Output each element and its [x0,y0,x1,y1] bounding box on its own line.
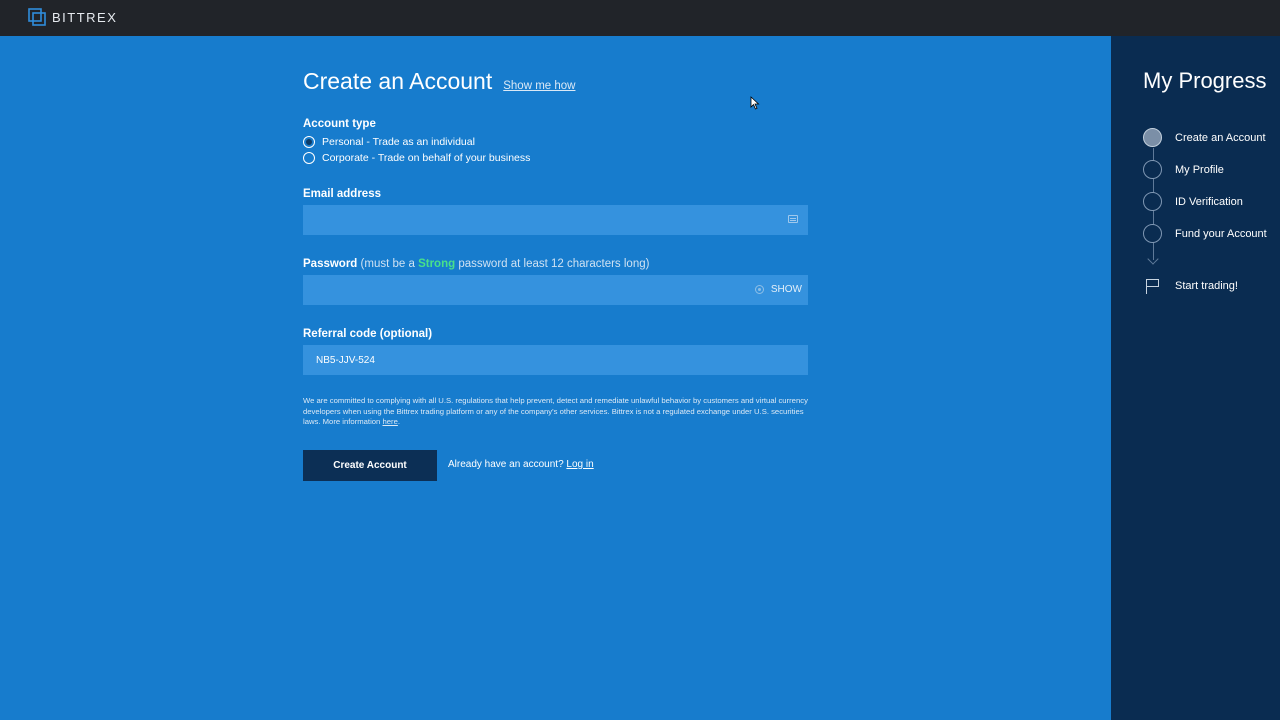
email-label: Email address [303,188,381,200]
mouse-cursor-icon [750,96,760,110]
step-circle-icon [1143,160,1162,179]
step-label: My Profile [1175,163,1224,176]
referral-field-wrapper [303,345,808,375]
step-id-verification: ID Verification [1143,192,1243,211]
step-circle-icon [1143,128,1162,147]
password-note-prefix: (must be a [360,258,415,270]
step-circle-icon [1143,192,1162,211]
step-my-profile: My Profile [1143,160,1224,179]
password-strong-word: Strong [418,258,456,270]
show-me-how-link[interactable]: Show me how [503,80,575,92]
login-prompt-row: Already have an account? Log in [448,459,594,470]
create-account-button[interactable]: Create Account [303,450,437,481]
step-label: Fund your Account [1175,227,1267,240]
account-type-corporate[interactable]: Corporate - Trade on behalf of your busi… [303,152,530,164]
password-note-suffix: password at least 12 characters long) [458,258,650,270]
password-strength-icon [755,285,764,294]
step-label: Create an Account [1175,131,1266,144]
email-field-wrapper [303,205,808,235]
radio-personal-label: Personal - Trade as an individual [322,136,475,148]
title-row: Create an Account Show me how [303,68,575,95]
page-title: Create an Account [303,68,493,94]
progress-arrow-icon [1147,253,1159,265]
brand-name: BITTREX [52,9,118,25]
show-password-button[interactable]: SHOW [771,284,802,295]
disclaimer-text: We are committed to complying with all U… [303,396,808,427]
password-label-text: Password [303,258,358,270]
step-label: Start trading! [1175,280,1238,292]
radio-corporate-label: Corporate - Trade on behalf of your busi… [322,152,531,164]
password-field-wrapper: SHOW [303,275,808,305]
referral-input[interactable] [303,345,808,375]
radio-personal[interactable] [303,136,315,148]
account-type-label: Account type [303,118,376,130]
disclaimer-end: . [397,417,401,427]
bittrex-logo[interactable]: BITTREX [28,8,117,26]
account-type-personal[interactable]: Personal - Trade as an individual [303,136,475,148]
step-create-account: Create an Account [1143,128,1266,147]
password-input[interactable] [303,275,808,305]
top-bar: BITTREX [0,0,1280,36]
progress-title: My Progress [1143,68,1267,93]
card-icon [788,215,798,223]
progress-sidebar: My Progress Create an Account My Profile… [1111,36,1280,720]
email-input[interactable] [303,205,808,235]
more-information-link[interactable]: here [382,417,397,426]
log-in-link[interactable]: Log in [566,459,593,470]
step-start-trading: Start trading! [1143,278,1238,294]
flag-icon [1143,278,1163,294]
main-content: Create an Account Show me how Account ty… [0,36,1111,720]
radio-corporate[interactable] [303,152,315,164]
step-label: ID Verification [1175,195,1243,208]
step-circle-icon [1143,224,1162,243]
password-label: Password (must be a Strong password at l… [303,258,649,270]
step-fund-account: Fund your Account [1143,224,1267,243]
bittrex-logo-icon [28,8,46,26]
compliance-disclaimer: We are committed to complying with all U… [303,396,808,428]
login-prompt-text: Already have an account? [448,459,564,470]
referral-label: Referral code (optional) [303,328,433,340]
